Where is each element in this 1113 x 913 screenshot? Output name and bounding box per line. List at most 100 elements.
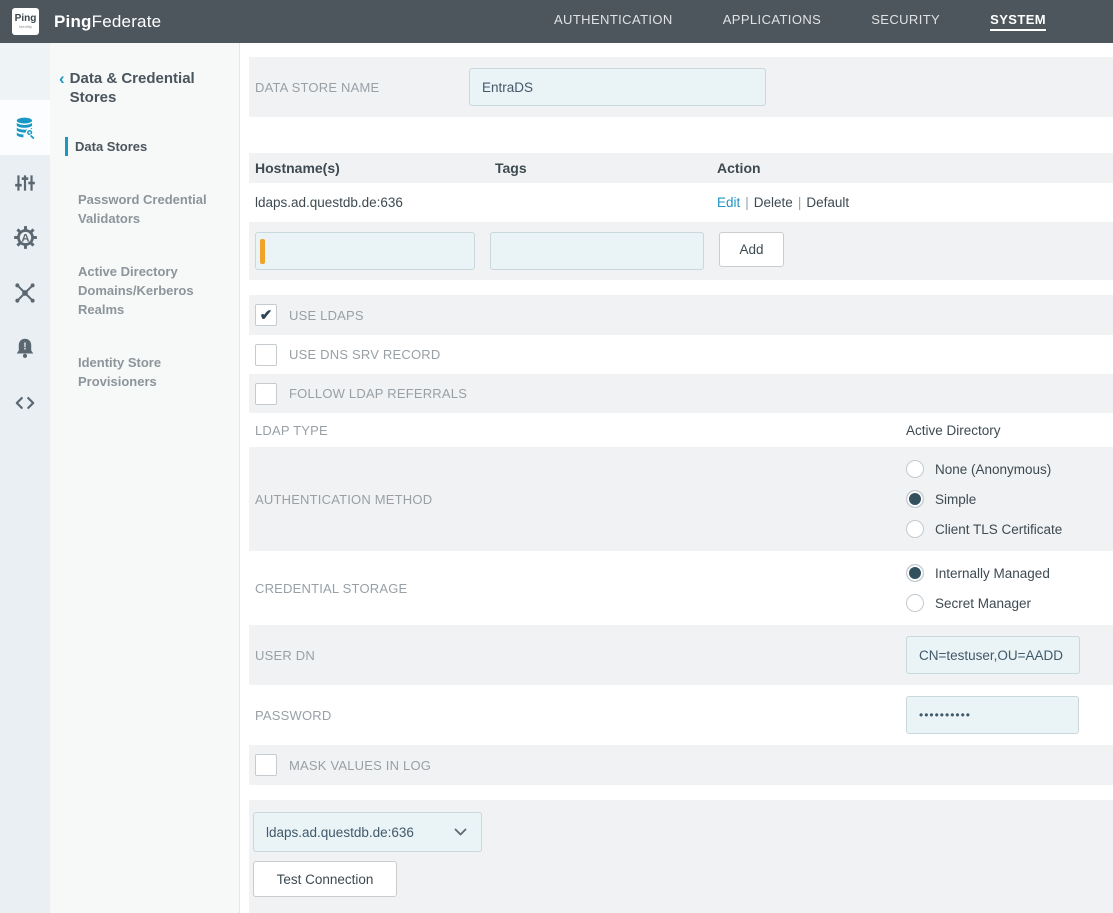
use-ldaps-checkbox[interactable] xyxy=(255,304,277,326)
topbar: Ping Identity PingFederate AUTHENTICATIO… xyxy=(0,0,1113,43)
sidebar-item-password-credential-validators[interactable]: Password Credential Validators xyxy=(65,190,229,228)
icon-rail-spacer xyxy=(0,43,50,100)
action-separator: | xyxy=(793,195,807,210)
svg-text:!: ! xyxy=(23,341,26,352)
mask-values-label: MASK VALUES IN LOG xyxy=(289,758,431,773)
data-store-name-row: DATA STORE NAME xyxy=(249,57,1113,117)
rail-item-oauth-playground[interactable] xyxy=(0,375,50,430)
authentication-method-label: AUTHENTICATION METHOD xyxy=(255,492,432,507)
radio-option-none-anonymous[interactable]: None (Anonymous) xyxy=(906,460,1062,478)
radio-label: None (Anonymous) xyxy=(935,462,1051,477)
nav-item-authentication[interactable]: AUTHENTICATION xyxy=(554,12,673,31)
action-cell: Edit|Delete|Default xyxy=(717,195,1113,210)
radio-option-internally-managed[interactable]: Internally Managed xyxy=(906,564,1050,582)
code-icon xyxy=(13,391,37,415)
main-content: DATA STORE NAME Hostname(s) Tags Action … xyxy=(240,43,1113,913)
hostname-select-value: ldaps.ad.questdb.de:636 xyxy=(266,825,414,840)
password-input[interactable] xyxy=(906,696,1079,734)
nav-item-applications[interactable]: APPLICATIONS xyxy=(723,12,821,31)
rail-item-server-configuration[interactable] xyxy=(0,155,50,210)
action-separator: | xyxy=(740,195,754,210)
user-dn-label: USER DN xyxy=(255,648,315,663)
rail-item-monitoring-alerts[interactable]: ! xyxy=(0,320,50,375)
radio-icon[interactable] xyxy=(906,520,924,538)
new-tags-input[interactable] xyxy=(490,232,704,270)
test-connection-button[interactable]: Test Connection xyxy=(253,861,397,897)
column-header-tags: Tags xyxy=(495,160,717,176)
primary-nav: AUTHENTICATION APPLICATIONS SECURITY SYS… xyxy=(554,12,1046,31)
radio-icon-selected[interactable] xyxy=(906,490,924,508)
column-header-hostname: Hostname(s) xyxy=(255,160,495,176)
radio-label: Simple xyxy=(935,492,976,507)
radio-label: Client TLS Certificate xyxy=(935,522,1062,537)
follow-ldap-referrals-label: FOLLOW LDAP REFERRALS xyxy=(289,386,467,401)
follow-ldap-referrals-row: FOLLOW LDAP REFERRALS xyxy=(249,374,1113,413)
test-connection-section: ldaps.ad.questdb.de:636 Test Connection xyxy=(249,800,1113,913)
app-title: PingFederate xyxy=(54,12,161,32)
rail-item-protocol-metadata[interactable] xyxy=(0,265,50,320)
use-ldaps-row: USE LDAPS xyxy=(249,295,1113,335)
radio-option-simple[interactable]: Simple xyxy=(906,490,1062,508)
sidebar-item-data-stores[interactable]: Data Stores xyxy=(65,137,229,156)
svg-text:A: A xyxy=(21,233,29,245)
hostname-select[interactable]: ldaps.ad.questdb.de:636 xyxy=(253,812,482,852)
radio-option-secret-manager[interactable]: Secret Manager xyxy=(906,594,1050,612)
hostname-table-row: ldaps.ad.questdb.de:636 Edit|Delete|Defa… xyxy=(249,183,1113,222)
gear-a-icon: A xyxy=(13,225,38,250)
use-dns-srv-label: USE DNS SRV RECORD xyxy=(289,347,440,362)
add-button[interactable]: Add xyxy=(719,232,784,267)
radio-label: Internally Managed xyxy=(935,566,1050,581)
icon-rail: A xyxy=(0,43,50,913)
nav-item-security[interactable]: SECURITY xyxy=(871,12,940,31)
data-store-name-label: DATA STORE NAME xyxy=(255,80,379,95)
hostnames-table-header: Hostname(s) Tags Action xyxy=(249,153,1113,183)
back-chevron-icon[interactable]: ‹ xyxy=(59,69,65,107)
radio-icon-selected[interactable] xyxy=(906,564,924,582)
use-ldaps-label: USE LDAPS xyxy=(289,308,364,323)
sliders-icon xyxy=(13,171,37,195)
ping-logo-subtext: Identity xyxy=(19,24,32,29)
credential-storage-row: CREDENTIAL STORAGE Internally Managed Se… xyxy=(249,551,1113,625)
mask-values-checkbox[interactable] xyxy=(255,754,277,776)
password-label: PASSWORD xyxy=(255,708,331,723)
hostname-cell: ldaps.ad.questdb.de:636 xyxy=(255,195,495,210)
authentication-method-row: AUTHENTICATION METHOD None (Anonymous) S… xyxy=(249,447,1113,551)
use-dns-srv-row: USE DNS SRV RECORD xyxy=(249,335,1113,374)
delete-link[interactable]: Delete xyxy=(754,195,793,210)
radio-label: Secret Manager xyxy=(935,596,1031,611)
app-title-bold: Ping xyxy=(54,12,92,31)
ping-logo-text: Ping xyxy=(15,14,37,24)
follow-ldap-referrals-checkbox[interactable] xyxy=(255,383,277,405)
network-icon xyxy=(13,281,37,305)
radio-option-client-tls-certificate[interactable]: Client TLS Certificate xyxy=(906,520,1062,538)
ping-logo[interactable]: Ping Identity xyxy=(12,8,39,35)
ldap-type-label: LDAP TYPE xyxy=(255,423,328,438)
user-dn-row: USER DN xyxy=(249,625,1113,685)
sidebar-item-identity-store-provisioners[interactable]: Identity Store Provisioners xyxy=(65,353,229,391)
edit-link[interactable]: Edit xyxy=(717,195,740,210)
new-hostname-input[interactable] xyxy=(255,232,475,270)
user-dn-input[interactable] xyxy=(906,636,1080,674)
ldap-type-value: Active Directory xyxy=(906,423,1001,438)
use-dns-srv-checkbox[interactable] xyxy=(255,344,277,366)
credential-storage-options: Internally Managed Secret Manager xyxy=(906,551,1050,625)
sidebar-title: Data & Credential Stores xyxy=(70,69,215,107)
column-header-action: Action xyxy=(717,160,1113,176)
app-title-light: Federate xyxy=(92,12,162,31)
sidebar-item-ad-domains-kerberos-realms[interactable]: Active Directory Domains/Kerberos Realms xyxy=(65,262,229,319)
authentication-method-options: None (Anonymous) Simple Client TLS Certi… xyxy=(906,447,1062,551)
credential-storage-label: CREDENTIAL STORAGE xyxy=(255,581,407,596)
radio-icon[interactable] xyxy=(906,460,924,478)
radio-icon[interactable] xyxy=(906,594,924,612)
nav-item-system[interactable]: SYSTEM xyxy=(990,12,1046,31)
rail-item-data-stores[interactable] xyxy=(0,100,50,155)
database-key-icon xyxy=(13,116,38,140)
data-store-name-input[interactable] xyxy=(469,68,766,106)
bell-alert-icon: ! xyxy=(13,336,37,360)
rail-item-admin-settings[interactable]: A xyxy=(0,210,50,265)
add-hostname-row: Add xyxy=(249,222,1113,280)
chevron-down-icon xyxy=(454,828,467,836)
ldap-type-row: LDAP TYPE Active Directory xyxy=(249,413,1113,447)
text-cursor-indicator xyxy=(260,239,265,264)
default-link[interactable]: Default xyxy=(806,195,849,210)
